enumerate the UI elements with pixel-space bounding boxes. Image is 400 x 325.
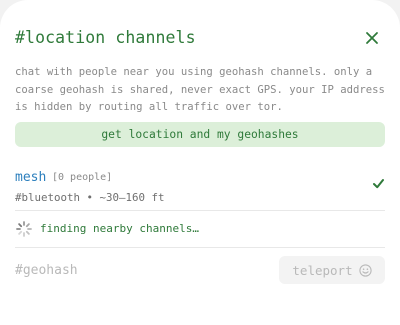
teleport-button[interactable]: teleport bbox=[279, 256, 385, 284]
mesh-channel-row[interactable]: mesh [0 people] #bluetooth • ~30–160 ft bbox=[15, 170, 385, 206]
people-count: [0 people] bbox=[52, 172, 113, 183]
teleport-label: teleport bbox=[292, 262, 353, 278]
status-row: finding nearby channels… bbox=[15, 219, 315, 239]
spinner-icon bbox=[16, 221, 32, 237]
location-channels-sheet: #location channels chat with people near… bbox=[0, 0, 400, 325]
close-icon bbox=[366, 32, 378, 44]
divider bbox=[15, 247, 385, 248]
channel-subtitle: #bluetooth • ~30–160 ft bbox=[15, 191, 165, 204]
close-button[interactable] bbox=[362, 28, 382, 48]
divider bbox=[15, 210, 385, 211]
channel-name: mesh bbox=[15, 170, 47, 185]
geohash-input[interactable] bbox=[15, 259, 265, 281]
status-text: finding nearby channels… bbox=[40, 222, 199, 235]
smiley-icon bbox=[358, 263, 372, 277]
get-location-button[interactable]: get location and my geohashes bbox=[15, 122, 385, 147]
sheet-title: #location channels bbox=[15, 28, 196, 47]
checkmark-icon bbox=[373, 179, 384, 189]
description-text: chat with people near you using geohash … bbox=[15, 66, 385, 113]
